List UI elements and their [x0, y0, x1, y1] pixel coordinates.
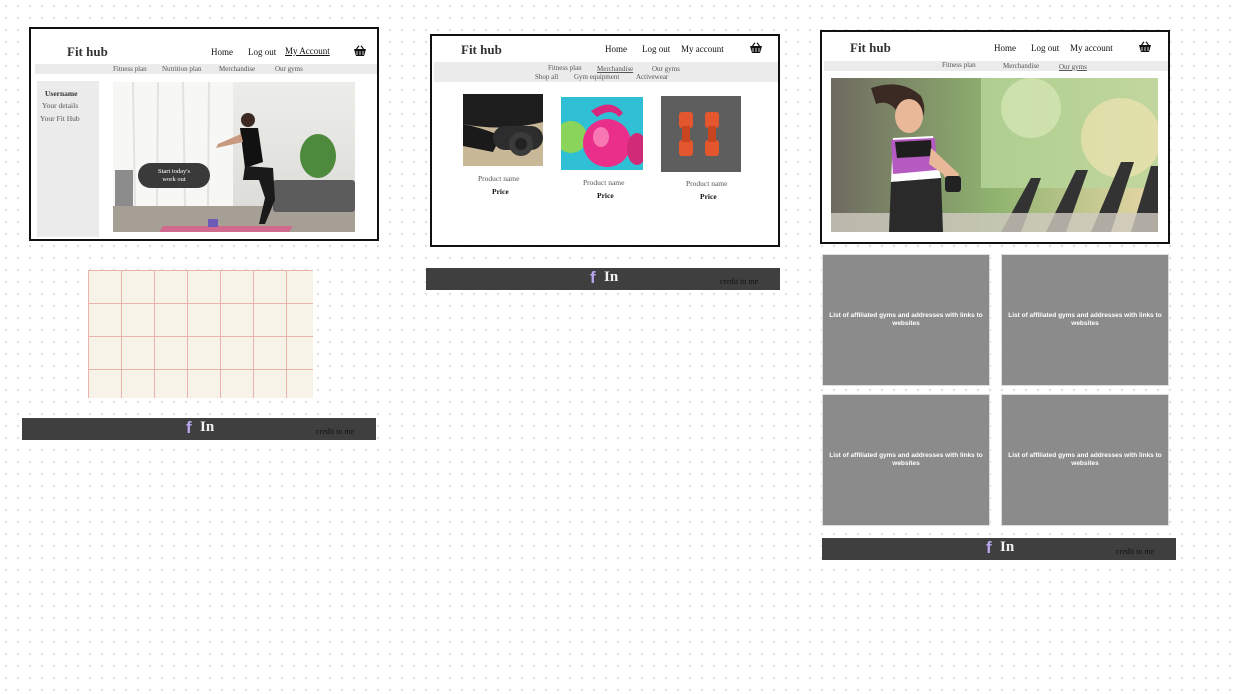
subnav-bar: Fitness plan Merchandise Our gyms — [824, 61, 1168, 71]
product-name[interactable]: Product name — [686, 179, 727, 188]
nav-my-account-link[interactable]: My Account — [285, 46, 330, 56]
subnav-bar: Fitness plan Merchandise Our gyms Shop a… — [434, 62, 778, 82]
footer-credit: credit to me — [720, 277, 759, 286]
product-image-kettlebells[interactable] — [561, 97, 643, 170]
grid-paper-swatch — [88, 270, 313, 398]
subnav-our-gyms[interactable]: Our gyms — [275, 65, 303, 73]
basket-icon[interactable] — [1138, 41, 1152, 53]
merchandise-page-frame: Fit hub Home Log out My account Fitness … — [430, 34, 780, 247]
product-image-mat[interactable] — [463, 94, 543, 166]
sidebar-your-fit-hub[interactable]: Your Fit Hub — [40, 114, 80, 123]
gym-list-card-text: List of affiliated gyms and addresses wi… — [829, 452, 983, 467]
subnav-merchandise[interactable]: Merchandise — [1003, 62, 1039, 70]
gym-list-card[interactable]: List of affiliated gyms and addresses wi… — [822, 254, 990, 386]
hero-photo-treadmill — [831, 78, 1158, 232]
product-price: Price — [492, 187, 509, 196]
subnav-merchandise[interactable]: Merchandise — [219, 65, 255, 73]
nav-my-account-link[interactable]: My account — [681, 44, 724, 54]
start-workout-label-line2: work out — [162, 175, 186, 183]
product-price: Price — [597, 191, 614, 200]
subnav-gym-equipment[interactable]: Gym equipment — [574, 73, 619, 81]
facebook-icon[interactable]: f — [186, 418, 192, 438]
gym-list-card-text: List of affiliated gyms and addresses wi… — [829, 312, 983, 327]
gym-list-card[interactable]: List of affiliated gyms and addresses wi… — [1001, 254, 1169, 386]
nav-my-account-link[interactable]: My account — [1070, 43, 1113, 53]
product-image-dumbbells[interactable] — [661, 96, 741, 172]
nav-home-link[interactable]: Home — [605, 44, 627, 54]
footer-bar-3: f In credit to me — [822, 538, 1176, 560]
basket-icon[interactable] — [353, 45, 367, 57]
footer-bar-1: f In credit to me — [22, 418, 376, 440]
subnav-our-gyms[interactable]: Our gyms — [652, 65, 680, 73]
subnav-merchandise[interactable]: Merchandise — [597, 65, 633, 73]
account-sidebar: Username Your details Your Fit Hub — [37, 81, 99, 237]
footer-credit: credit to me — [1116, 547, 1155, 556]
start-workout-label-line1: Start today's — [157, 168, 191, 175]
product-name[interactable]: Product name — [478, 174, 519, 183]
linkedin-icon[interactable]: In — [1000, 539, 1014, 556]
gyms-page-frame: Fit hub Home Log out My account Fitness … — [820, 30, 1170, 244]
account-page-frame: Fit hub Home Log out My Account Fitness … — [29, 27, 379, 241]
nav-logout-link[interactable]: Log out — [642, 44, 670, 54]
brand-logo[interactable]: Fit hub — [850, 40, 891, 56]
brand-logo[interactable]: Fit hub — [461, 42, 502, 58]
footer-bar-2: f In credit to me — [426, 268, 780, 290]
basket-icon[interactable] — [749, 42, 763, 54]
subnav-activewear[interactable]: Activewear — [636, 73, 668, 81]
linkedin-icon[interactable]: In — [200, 419, 214, 436]
start-workout-button[interactable]: Start today's work out — [138, 163, 210, 188]
nav-logout-link[interactable]: Log out — [248, 47, 276, 57]
nav-home-link[interactable]: Home — [211, 47, 233, 57]
sidebar-username: Username — [45, 89, 78, 98]
sidebar-your-details[interactable]: Your details — [42, 101, 78, 110]
facebook-icon[interactable]: f — [590, 268, 596, 288]
subnav-fitness-plan[interactable]: Fitness plan — [942, 61, 976, 69]
subnav-nutrition-plan[interactable]: Nutrition plan — [162, 65, 201, 73]
linkedin-icon[interactable]: In — [604, 269, 618, 286]
footer-credit: credit to me — [316, 427, 355, 436]
facebook-icon[interactable]: f — [986, 538, 992, 558]
gym-list-card[interactable]: List of affiliated gyms and addresses wi… — [822, 394, 990, 526]
nav-logout-link[interactable]: Log out — [1031, 43, 1059, 53]
subnav-fitness-plan[interactable]: Fitness plan — [548, 64, 582, 72]
subnav-shop-all[interactable]: Shop all — [535, 73, 558, 81]
nav-home-link[interactable]: Home — [994, 43, 1016, 53]
subnav-our-gyms[interactable]: Our gyms — [1059, 63, 1087, 71]
gym-list-card-text: List of affiliated gyms and addresses wi… — [1008, 312, 1162, 327]
product-price: Price — [700, 192, 717, 201]
subnav-fitness-plan[interactable]: Fitness plan — [113, 65, 147, 73]
product-name[interactable]: Product name — [583, 178, 624, 187]
gym-list-card-text: List of affiliated gyms and addresses wi… — [1008, 452, 1162, 467]
subnav-bar: Fitness plan Nutrition plan Merchandise … — [35, 64, 377, 74]
gym-list-card[interactable]: List of affiliated gyms and addresses wi… — [1001, 394, 1169, 526]
hero-photo-squat — [113, 82, 355, 232]
brand-logo[interactable]: Fit hub — [67, 44, 108, 60]
